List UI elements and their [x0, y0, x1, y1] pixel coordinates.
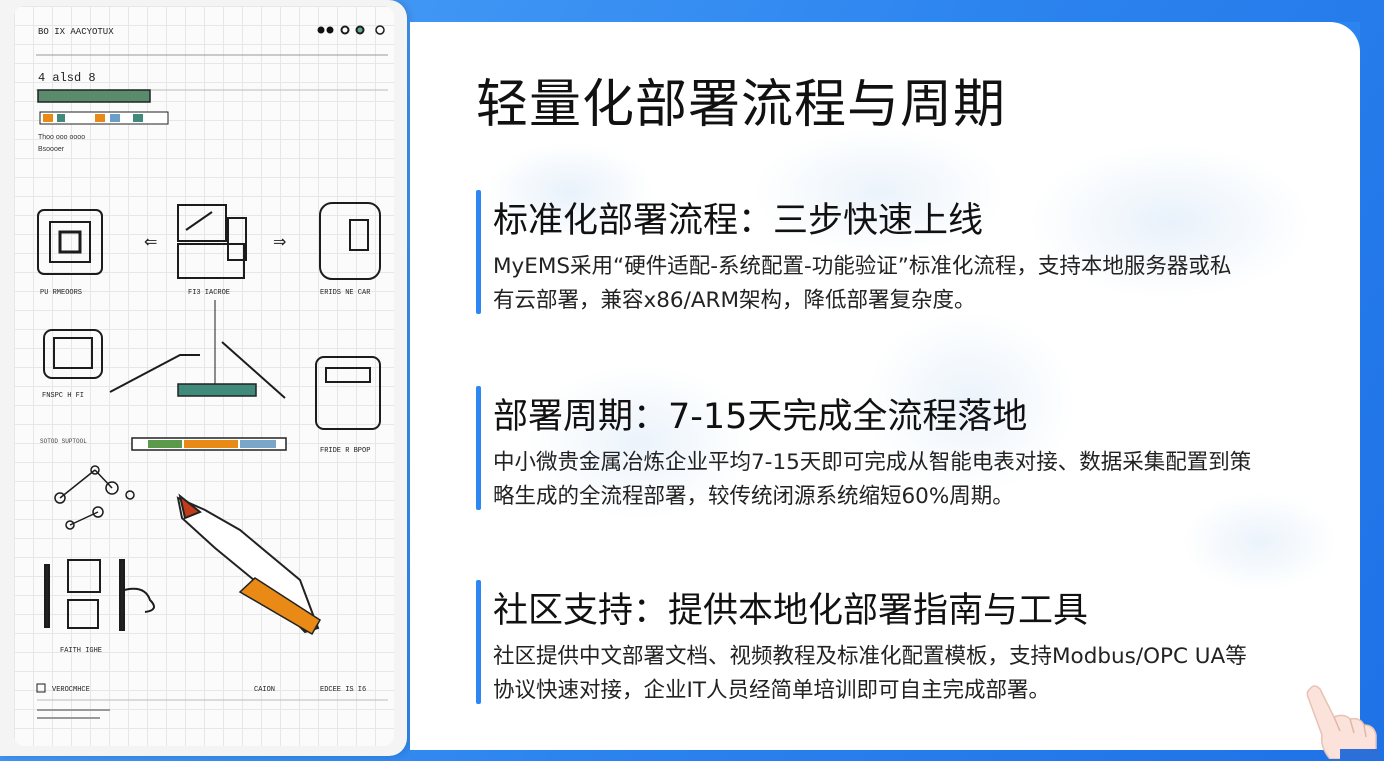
section-accent-bar	[476, 386, 481, 510]
illus-label-i: EDCEE IS I6	[320, 686, 366, 694]
section-body-line: 社区提供中文部署文档、视频教程及标准化配置模板，支持Modbus/OPC UA等	[493, 644, 1247, 669]
card-corner	[1330, 22, 1360, 52]
section-body-line: MyEMS采用“硬件适配-系统配置-功能验证”标准化流程，支持本地服务器或私	[493, 254, 1232, 279]
section-heading: 部署周期：7-15天完成全流程落地	[493, 397, 1028, 437]
illus-caption-2: Bsoooer	[38, 146, 65, 153]
pointing-hand-icon	[1306, 685, 1380, 759]
illus-label-g: VEROCMHCE	[52, 686, 90, 694]
section-heading: 社区支持：提供本地化部署指南与工具	[493, 591, 1089, 631]
page-title: 轻量化部署流程与周期	[476, 75, 1007, 135]
section-accent-bar	[476, 190, 481, 314]
server-icon	[37, 209, 103, 275]
illus-label-b: FI3 IACROE	[188, 289, 230, 297]
panel-icon	[67, 559, 101, 593]
illus-label-h: CAION	[254, 686, 275, 694]
illus-label-d: FNSPC H FI	[42, 392, 84, 400]
section-deployment-process: 标准化部署流程：三步快速上线 MyEMS采用“硬件适配-系统配置-功能验证”标准…	[476, 190, 1316, 314]
illustration-drawing: BO IX AACYOTUX 4 alsd 8 Thoo ooo oooo Bs…	[36, 25, 388, 719]
illus-caption-1: Thoo ooo oooo	[38, 134, 85, 141]
section-accent-bar	[476, 580, 481, 704]
section-body-line: 有云部署，兼容x86/ARM架构，降低部署复杂度。	[493, 288, 976, 313]
workflow-illustration: BO IX AACYOTUX 4 alsd 8 Thoo ooo oooo Bs…	[0, 0, 407, 756]
svg-text:⇒: ⇒	[273, 234, 286, 251]
section-body-line: 略生成的全流程部署，较传统闭源系统缩短60%周期。	[493, 484, 1014, 509]
illus-label-a: PU RMEOORS	[40, 289, 82, 297]
config-icon	[177, 204, 227, 242]
illus-label-e: FRIDE R BPOP	[320, 447, 370, 455]
illus-label-f: FAITH IGHE	[60, 647, 102, 655]
illus-header: BO IX AACYOTUX	[38, 27, 114, 37]
illus-subheader: 4 alsd 8	[38, 71, 96, 85]
section-deployment-cycle: 部署周期：7-15天完成全流程落地 中小微贵金属冶炼企业平均7-15天即可完成从…	[476, 386, 1316, 510]
illus-label-c: ERIDS NE CAR	[320, 289, 371, 297]
section-body-line: 中小微贵金属冶炼企业平均7-15天即可完成从智能电表对接、数据采集配置到策	[493, 450, 1252, 475]
svg-text:⇐: ⇐	[144, 234, 157, 251]
section-heading: 标准化部署流程：三步快速上线	[493, 201, 984, 241]
section-community-support: 社区支持：提供本地化部署指南与工具 社区提供中文部署文档、视频教程及标准化配置模…	[476, 580, 1316, 704]
network-sketch	[54, 465, 135, 530]
section-body-line: 协议快速对接，企业IT人员经简单培训即可自主完成部署。	[493, 678, 1050, 703]
illus-label-j: SOTOD SUPTOOL	[40, 438, 87, 445]
